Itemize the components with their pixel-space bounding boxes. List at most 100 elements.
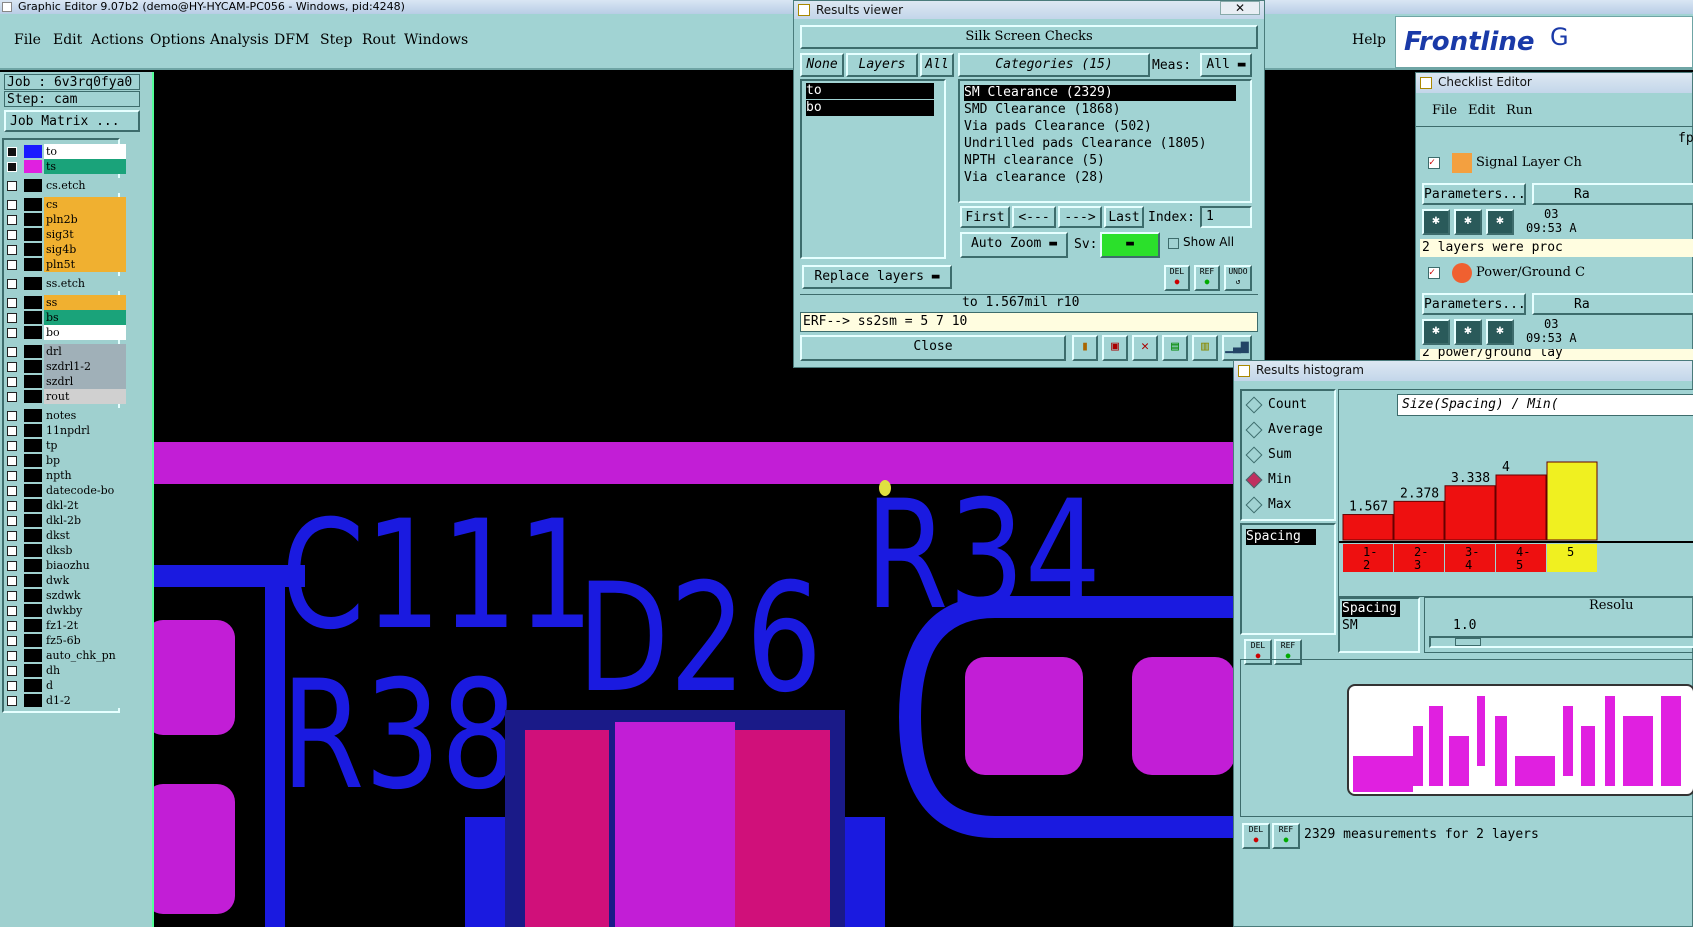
layer-row-datecode-bo[interactable]: datecode-bo [4, 483, 126, 498]
action-icon[interactable]: ✱ [1422, 319, 1450, 345]
layer-name[interactable]: dkst [44, 528, 126, 543]
layer-checkbox[interactable] [7, 621, 17, 631]
layer-checkbox[interactable] [7, 245, 17, 255]
layer-name[interactable]: 11npdrl [44, 423, 126, 438]
layer-name[interactable]: d [44, 678, 126, 693]
spacing-list-header[interactable]: Spacing [1342, 601, 1400, 617]
layer-checkbox[interactable] [7, 636, 17, 646]
layer-checkbox[interactable] [7, 471, 17, 481]
run-button-1[interactable]: Ra [1532, 183, 1693, 205]
histogram-bar[interactable] [1444, 485, 1496, 541]
action-icon[interactable]: ✱ [1454, 209, 1482, 235]
tool-icon-5[interactable]: ▥ [1192, 335, 1218, 361]
spacing-list-item[interactable]: SM [1342, 618, 1358, 634]
job-matrix-button[interactable]: Job Matrix ... [4, 110, 140, 132]
bottom-ref-button[interactable]: REF ● [1272, 823, 1300, 849]
layer-checkbox[interactable] [7, 531, 17, 541]
layer-name[interactable]: szdrl [44, 374, 126, 389]
layer-checkbox[interactable] [7, 546, 17, 556]
layer-name[interactable]: szdrl1-2 [44, 359, 126, 374]
category-item[interactable]: Via pads Clearance (502) [964, 119, 1152, 135]
checklist-menu-edit[interactable]: Edit [1468, 103, 1495, 118]
category-item[interactable]: NPTH clearance (5) [964, 153, 1105, 169]
layer-checkbox[interactable] [7, 666, 17, 676]
layer-row-dkst[interactable]: dkst [4, 528, 126, 543]
layer-row-ts[interactable]: ts [4, 159, 126, 174]
menu-file[interactable]: File [14, 32, 41, 48]
layer-name[interactable]: ss.etch [44, 276, 126, 291]
layer-name[interactable]: npth [44, 468, 126, 483]
layer-row-dksb[interactable]: dksb [4, 543, 126, 558]
layer-name[interactable]: sig4b [44, 242, 126, 257]
layer-checkbox[interactable] [7, 181, 17, 191]
layer-row-bo[interactable]: bo [4, 325, 126, 340]
layer-name[interactable]: pln2b [44, 212, 126, 227]
layer-row-fz5-6b[interactable]: fz5-6b [4, 633, 126, 648]
layer-name[interactable]: bp [44, 453, 126, 468]
tool-icon-1[interactable]: ▮ [1072, 335, 1098, 361]
layer-name[interactable]: tp [44, 438, 126, 453]
menu-actions[interactable]: Actions [91, 32, 144, 48]
layer-checkbox[interactable] [7, 298, 17, 308]
board-preview[interactable] [1347, 684, 1693, 796]
layers-none-button[interactable]: None [800, 53, 844, 77]
layer-row-11npdrl[interactable]: 11npdrl [4, 423, 126, 438]
action-icon[interactable]: ✱ [1486, 319, 1514, 345]
layer-row-dkl-2t[interactable]: dkl-2t [4, 498, 126, 513]
layer-checkbox[interactable] [7, 696, 17, 706]
layer-name[interactable]: fz5-6b [44, 633, 126, 648]
layer-checkbox[interactable] [7, 215, 17, 225]
categories-listbox[interactable]: SM Clearance (2329) SMD Clearance (1868)… [958, 79, 1252, 203]
layer-checkbox[interactable] [7, 606, 17, 616]
layer-row-drl[interactable]: drl [4, 344, 126, 359]
layer-row-notes[interactable]: notes [4, 408, 126, 423]
layer-name[interactable]: bo [44, 325, 126, 340]
show-all-checkbox[interactable] [1168, 238, 1179, 249]
layer-checkbox[interactable] [7, 561, 17, 571]
layer-name[interactable]: szdwk [44, 588, 126, 603]
layer-checkbox[interactable] [7, 162, 17, 172]
last-button[interactable]: Last [1104, 206, 1144, 228]
checklist-menu-run[interactable]: Run [1506, 103, 1533, 118]
layer-checkbox[interactable] [7, 279, 17, 289]
layer-row-cs.etch[interactable]: cs.etch [4, 178, 126, 193]
layer-checkbox[interactable] [7, 486, 17, 496]
layer-name[interactable]: notes [44, 408, 126, 423]
histogram-bar[interactable] [1546, 461, 1598, 541]
layer-checkbox[interactable] [7, 200, 17, 210]
menu-dfm[interactable]: DFM [274, 32, 309, 48]
menu-windows[interactable]: Windows [404, 32, 468, 48]
menu-help[interactable]: Help [1352, 32, 1386, 48]
layer-name[interactable]: dwkby [44, 603, 126, 618]
layer-name[interactable]: rout [44, 389, 126, 404]
meas-dropdown[interactable]: All ▬ [1200, 53, 1252, 77]
categories-button[interactable]: Categories (15) [958, 53, 1150, 77]
layer-checkbox[interactable] [7, 591, 17, 601]
layer-name[interactable]: dksb [44, 543, 126, 558]
slider-handle[interactable] [1455, 638, 1481, 646]
close-button[interactable]: Close [800, 335, 1066, 361]
index-input[interactable]: 1 [1200, 206, 1252, 228]
tool-icon-3[interactable]: ✕ [1132, 335, 1158, 361]
category-item[interactable]: Undrilled pads Clearance (1805) [964, 136, 1207, 152]
layer-checkbox[interactable] [7, 681, 17, 691]
bottom-del-button[interactable]: DEL ● [1242, 823, 1270, 849]
category-item[interactable]: SM Clearance (2329) [964, 85, 1236, 101]
layer-checkbox[interactable] [7, 501, 17, 511]
layer-row-dwk[interactable]: dwk [4, 573, 126, 588]
category-item[interactable]: Via clearance (28) [964, 170, 1105, 186]
action-icon[interactable]: ✱ [1454, 319, 1482, 345]
item1-name[interactable]: Signal Layer Ch [1476, 155, 1582, 170]
layer-name[interactable]: pln5t [44, 257, 126, 272]
menu-analysis[interactable]: Analysis [210, 32, 269, 48]
layer-name[interactable]: d1-2 [44, 693, 126, 708]
layer-row-auto_chk_pn[interactable]: auto_chk_pn [4, 648, 126, 663]
tool-icon-4[interactable]: ▤ [1162, 335, 1188, 361]
action-icon[interactable]: ✱ [1422, 209, 1450, 235]
layer-checkbox[interactable] [7, 347, 17, 357]
layer-name[interactable]: datecode-bo [44, 483, 126, 498]
layer-name[interactable]: dh [44, 663, 126, 678]
run-button-2[interactable]: Ra [1532, 293, 1693, 315]
next-button[interactable]: ---> [1058, 206, 1102, 228]
layer-name[interactable]: sig3t [44, 227, 126, 242]
